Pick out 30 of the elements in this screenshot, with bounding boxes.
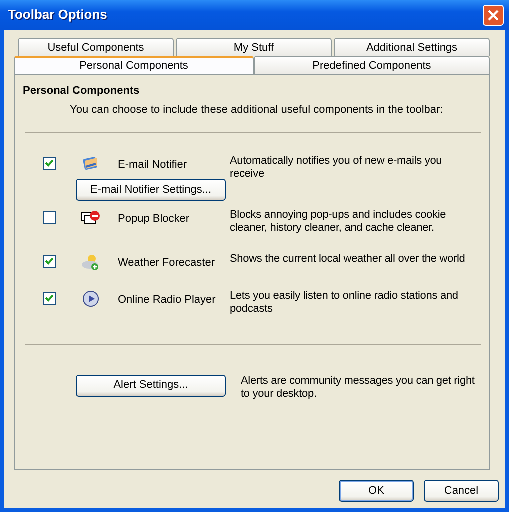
window-title: Toolbar Options (8, 6, 108, 24)
checkbox[interactable] (43, 255, 56, 268)
cancel-button[interactable]: Cancel (424, 480, 499, 502)
checkbox[interactable] (43, 292, 56, 304)
component-description: Lets you easily listen to online radio stations and podcasts (230, 290, 460, 316)
alerts-description: Alerts are community messages you can get right to your desktop. (241, 374, 476, 400)
ok-button[interactable]: OK (339, 480, 414, 502)
tab[interactable]: Personal Components (14, 56, 254, 74)
popup-blocker-icon (81, 209, 101, 227)
component-description: Blocks annoying pop-ups and includes cookie cleaner, history cleaner, and cache cleaner. (230, 209, 448, 235)
intro-text: You can choose to include these additional useful components in the toolbar: (69, 102, 444, 118)
close-icon (488, 10, 499, 20)
checkbox[interactable] (43, 211, 56, 224)
checkbox[interactable] (43, 157, 56, 170)
tab[interactable]: My Stuff (176, 38, 332, 56)
settings-button[interactable]: E-mail Notifier Settings... (76, 179, 226, 201)
component-description: Shows the current local weather all over the world (230, 253, 466, 266)
tab[interactable]: Predefined Components (254, 56, 490, 74)
close-button[interactable] (483, 4, 504, 26)
component-name: E-mail Notifier (118, 158, 188, 173)
alert-settings-button[interactable]: Alert Settings... (76, 374, 226, 396)
component-description: Automatically notifies you of new e-mails you receive (230, 155, 444, 181)
weather-icon (81, 253, 101, 271)
section-heading: Personal Components (23, 84, 141, 99)
component-name: Online Radio Player (118, 292, 217, 308)
play-icon (81, 290, 101, 308)
tab[interactable]: Useful Components (18, 38, 174, 56)
component-name: Popup Blocker (118, 212, 191, 227)
component-name: Weather Forecaster (118, 256, 216, 271)
tab[interactable]: Additional Settings (334, 38, 490, 56)
